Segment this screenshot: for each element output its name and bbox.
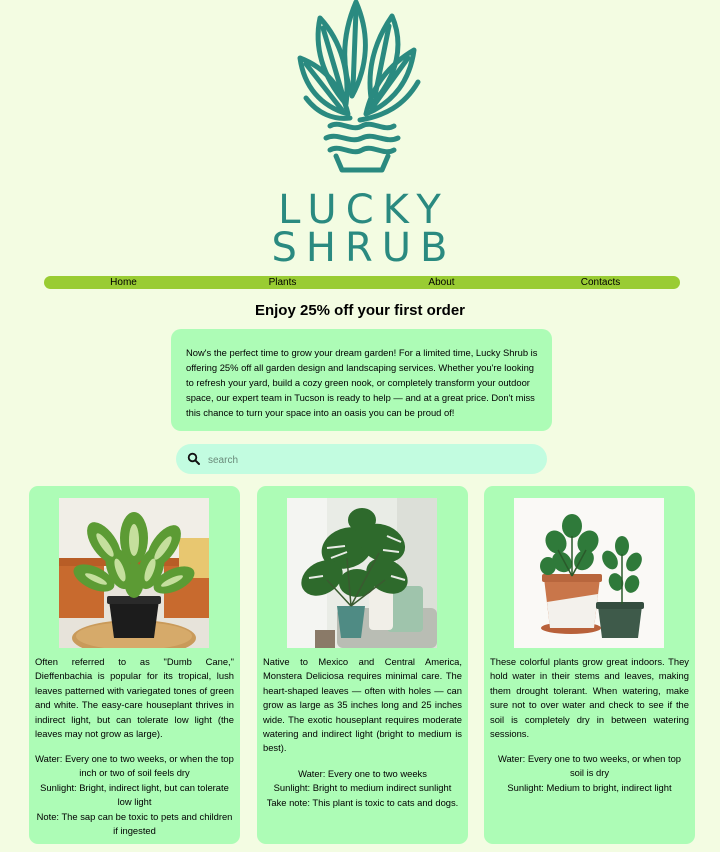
- plant-care-info: Water: Every one to two weeks Sunlight: …: [263, 767, 462, 810]
- monstera-photo: [287, 498, 437, 648]
- nav-item-about[interactable]: About: [362, 276, 521, 289]
- care-sunlight: Sunlight: Bright, indirect light, but ca…: [40, 781, 229, 808]
- care-sunlight: Sunlight: Medium to bright, indirect lig…: [507, 781, 672, 793]
- search-input[interactable]: [206, 450, 530, 470]
- search-icon[interactable]: [187, 452, 201, 466]
- promo-box: Now's the perfect time to grow your drea…: [171, 329, 552, 431]
- plant-care-info: Water: Every one to two weeks, or when t…: [35, 752, 234, 838]
- care-water: Water: Every one to two weeks, or when t…: [35, 753, 234, 779]
- brand-name-line2: SHRUB: [271, 225, 457, 271]
- nav-item-contacts[interactable]: Contacts: [521, 276, 680, 289]
- nav-item-home[interactable]: Home: [44, 276, 203, 289]
- plant-card-peperomia: These colorful plants grow great indoors…: [484, 486, 695, 844]
- main-nav: Home Plants About Contacts: [44, 276, 680, 289]
- care-water: Water: Every one to two weeks: [298, 768, 427, 779]
- promo-headline: Enjoy 25% off your first order: [254, 302, 466, 319]
- promo-text: Now's the perfect time to grow your drea…: [186, 347, 538, 418]
- care-note: Take note: This plant is toxic to cats a…: [266, 796, 459, 808]
- plant-in-pot-icon: [297, 0, 421, 173]
- dieffenbachia-photo: [59, 498, 209, 648]
- plant-care-info: Water: Every one to two weeks, or when t…: [490, 752, 689, 795]
- nav-item-plants[interactable]: Plants: [203, 276, 362, 289]
- brand-logo[interactable]: LUCKY SHRUB: [0, 0, 720, 268]
- peperomia-photo: [514, 498, 664, 648]
- plant-card-monstera: Native to Mexico and Central America, Mo…: [257, 486, 468, 844]
- brand-name-line1: LUCKY: [278, 187, 450, 233]
- search-bar: [176, 444, 547, 474]
- plant-description: These colorful plants grow great indoors…: [490, 656, 689, 740]
- care-sunlight: Sunlight: Bright to medium indirect sunl…: [273, 782, 452, 794]
- plant-description: Often referred to as "Dumb Cane," Dieffe…: [35, 656, 234, 740]
- page: LUCKY SHRUB Home Plants About Contacts E…: [0, 0, 720, 852]
- care-water: Water: Every one to two weeks, or when t…: [497, 753, 682, 779]
- care-note: Note: The sap can be toxic to pets and c…: [36, 810, 233, 837]
- plant-description: Native to Mexico and Central America, Mo…: [263, 656, 462, 754]
- plant-card-dieffenbachia: Often referred to as "Dumb Cane," Dieffe…: [29, 486, 240, 844]
